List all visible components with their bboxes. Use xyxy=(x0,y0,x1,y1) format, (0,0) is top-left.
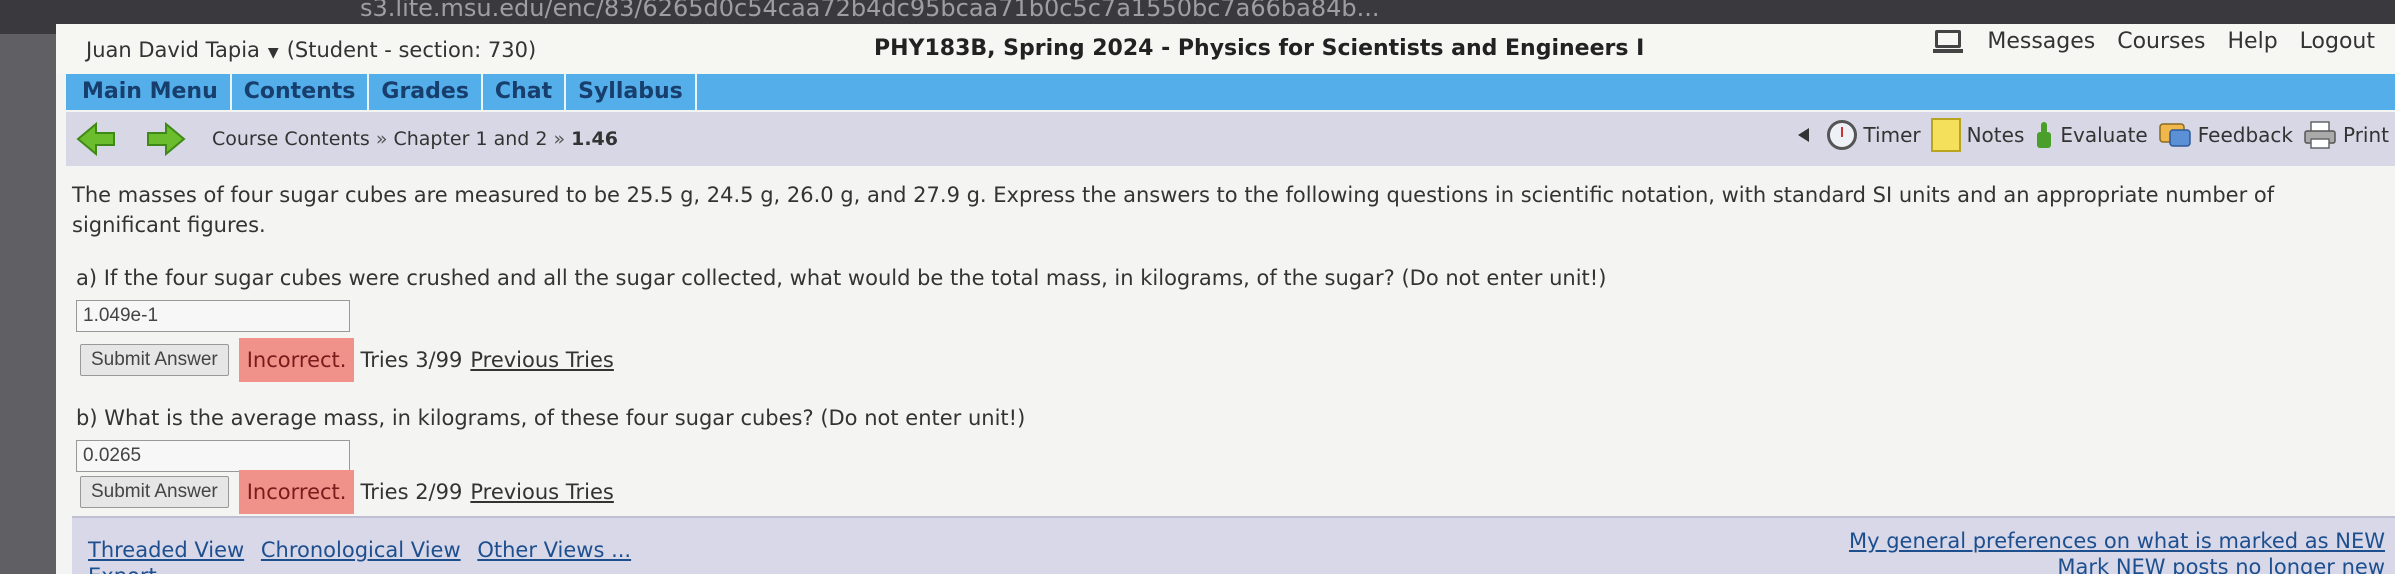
submit-row-a: Submit Answer Incorrect. Tries 3/99 Prev… xyxy=(80,338,614,382)
menu-grades[interactable]: Grades xyxy=(369,74,483,110)
logout-link[interactable]: Logout xyxy=(2300,29,2375,54)
navigation-bar: Course Contents» Chapter 1 and 2» 1.46 Tim… xyxy=(66,112,2395,166)
printer-icon xyxy=(2303,120,2337,150)
tries-count-b: Tries 2/99 xyxy=(360,480,463,504)
menu-chat[interactable]: Chat xyxy=(483,74,567,110)
discussion-preferences: My general preferences on what is marked… xyxy=(1849,528,2385,574)
feedback-button[interactable]: Feedback xyxy=(2158,120,2293,150)
menu-syllabus[interactable]: Syllabus xyxy=(566,74,697,110)
chronological-view-link[interactable]: Chronological View xyxy=(261,538,461,562)
help-link[interactable]: Help xyxy=(2228,29,2278,54)
print-button[interactable]: Print xyxy=(2303,120,2389,150)
breadcrumb-separator: » xyxy=(553,128,566,150)
courses-link[interactable]: Courses xyxy=(2117,29,2205,54)
mark-new-link[interactable]: Mark NEW posts no longer new xyxy=(1849,554,2385,574)
messages-link[interactable]: Messages xyxy=(1987,29,2095,54)
submit-answer-a-button[interactable]: Submit Answer xyxy=(80,344,229,376)
back-arrow-icon[interactable] xyxy=(76,121,116,157)
answer-a-field[interactable] xyxy=(76,300,350,332)
breadcrumb-course-contents[interactable]: Course Contents xyxy=(212,128,370,150)
notes-label: Notes xyxy=(1966,123,2025,147)
preferences-link[interactable]: My general preferences on what is marked… xyxy=(1849,528,2385,554)
browser-url[interactable]: s3.lite.msu.edu/enc/83/6265d0c54caa72b4d… xyxy=(360,0,1380,22)
monitor-icon[interactable] xyxy=(1931,28,1965,54)
forward-arrow-icon[interactable] xyxy=(146,121,186,157)
main-menu-bar: Main Menu Contents Grades Chat Syllabus xyxy=(66,74,2395,110)
print-label: Print xyxy=(2342,123,2389,147)
problem-statement: The masses of four sugar cubes are measu… xyxy=(72,183,2275,237)
question-b: b) What is the average mass, in kilogram… xyxy=(76,406,1026,430)
user-info[interactable]: Juan David Tapia ▼ (Student - section: 730… xyxy=(86,38,536,62)
feedback-icon xyxy=(2158,120,2192,150)
top-links: Messages Courses Help Logout xyxy=(1931,28,2375,54)
timer-label: Timer xyxy=(1863,123,1921,147)
breadcrumb-current: 1.46 xyxy=(571,128,618,150)
submit-row-b: Submit Answer Incorrect. Tries 2/99 Prev… xyxy=(80,470,614,514)
answer-b-field[interactable] xyxy=(76,440,350,472)
breadcrumb: Course Contents» Chapter 1 and 2» 1.46 xyxy=(212,128,618,150)
menu-main-menu[interactable]: Main Menu xyxy=(66,74,232,110)
feedback-label: Feedback xyxy=(2197,123,2293,147)
status-badge-a: Incorrect. xyxy=(238,338,355,382)
submit-answer-b-button[interactable]: Submit Answer xyxy=(80,476,229,508)
collapse-arrow-icon[interactable] xyxy=(1798,128,1810,142)
tries-count-a: Tries 3/99 xyxy=(360,348,463,372)
thumbs-up-icon xyxy=(2034,120,2054,150)
user-bar: Juan David Tapia ▼ (Student - section: 730… xyxy=(56,24,2395,74)
chevron-down-icon[interactable]: ▼ xyxy=(268,45,279,61)
evaluate-label: Evaluate xyxy=(2060,123,2148,147)
question-a: a) If the four sugar cubes were crushed … xyxy=(76,266,1607,290)
export-link[interactable]: Export xyxy=(88,564,157,574)
other-views-link[interactable]: Other Views ... xyxy=(477,538,631,562)
notepad-icon xyxy=(1930,118,1961,152)
user-section: (Student - section: 730) xyxy=(286,38,537,62)
previous-tries-link-a[interactable]: Previous Tries xyxy=(470,348,614,372)
page: Juan David Tapia ▼ (Student - section: 730… xyxy=(56,24,2395,574)
notes-button[interactable]: Notes xyxy=(1930,118,2025,152)
discussion-panel: Threaded View Chronological View Other V… xyxy=(72,516,2395,574)
breadcrumb-separator: » xyxy=(375,128,388,150)
evaluate-button[interactable]: Evaluate xyxy=(2034,120,2148,150)
breadcrumb-chapter[interactable]: Chapter 1 and 2 xyxy=(393,128,547,150)
user-name: Juan David Tapia xyxy=(86,38,260,62)
discussion-view-links: Threaded View Chronological View Other V… xyxy=(88,538,641,562)
previous-tries-link-b[interactable]: Previous Tries xyxy=(470,480,614,504)
course-title: PHY183B, Spring 2024 - Physics for Scien… xyxy=(874,36,1645,61)
toolbar: Timer Notes Evaluate Feedback Print xyxy=(1798,118,2389,152)
threaded-view-link[interactable]: Threaded View xyxy=(88,538,244,562)
timer-button[interactable]: Timer xyxy=(1827,120,1921,150)
status-badge-b: Incorrect. xyxy=(238,470,355,514)
stopwatch-icon xyxy=(1827,120,1858,150)
menu-contents[interactable]: Contents xyxy=(232,74,370,110)
